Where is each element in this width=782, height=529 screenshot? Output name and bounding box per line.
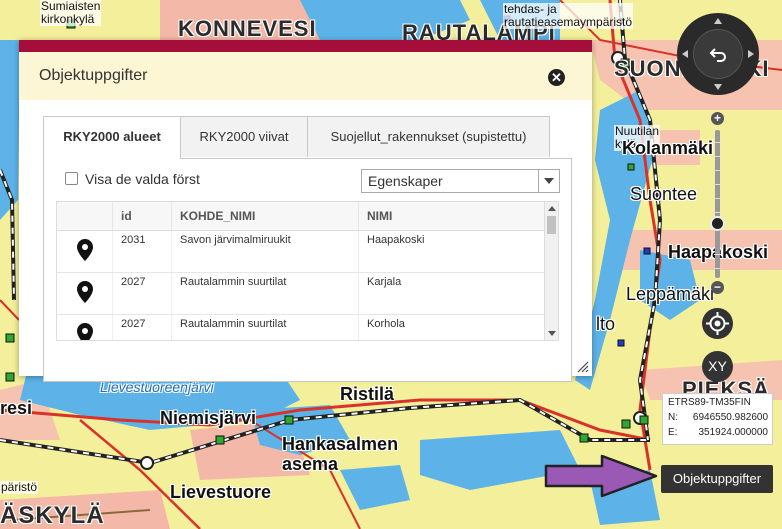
- pan-down-icon[interactable]: [714, 84, 722, 90]
- dialog-header[interactable]: Objektuppgifter ✕: [19, 52, 592, 100]
- dialog-topbar[interactable]: [19, 40, 592, 52]
- reset-view-button[interactable]: [693, 29, 743, 79]
- zoom-track[interactable]: [710, 130, 725, 278]
- map-pin-icon[interactable]: [57, 230, 113, 273]
- map-label-resi: resi: [0, 398, 33, 418]
- col-header-id[interactable]: id: [112, 202, 172, 231]
- zoom-out-button[interactable]: −: [711, 281, 724, 294]
- dialog-title: Objektuppgifter: [39, 67, 148, 84]
- map-label-leppamaki: Leppämäki: [626, 284, 715, 304]
- map-label-sumiaisten: Sumiaisten kirkonkylä: [40, 0, 102, 26]
- close-icon[interactable]: ✕: [548, 69, 565, 86]
- scroll-thumb[interactable]: [547, 216, 556, 234]
- northing-value: 6946550.982600: [692, 412, 768, 423]
- properties-select[interactable]: Egenskaper: [361, 169, 560, 193]
- northing-label: N:: [668, 412, 678, 423]
- pan-left-icon[interactable]: [682, 50, 688, 58]
- tab-panel: Visa de valda först Egenskaper id KOHDE_…: [43, 158, 572, 382]
- table-scrollbar[interactable]: [544, 202, 558, 340]
- object-info-button[interactable]: Objektuppgifter: [661, 465, 773, 493]
- cell-kohde-nimi: Rautalammin suurtilat: [171, 314, 359, 340]
- map-label-askyla: ÄSKYLÄ: [0, 502, 105, 529]
- tab-suojellut-rakennukset[interactable]: Suojellut_rakennukset (supistettu): [307, 116, 550, 157]
- cell-nimi: Haapakoski: [358, 230, 545, 273]
- map-label-kolanmaki: Kolanmäki: [622, 138, 714, 158]
- scroll-up-icon[interactable]: [548, 206, 556, 211]
- col-header-nimi[interactable]: NIMI: [358, 202, 545, 231]
- annotation-arrow-icon: [544, 454, 658, 498]
- scroll-down-icon[interactable]: [548, 331, 556, 336]
- map-label-tehdas: tehdas- ja rautatieasemaympäristö: [503, 2, 634, 29]
- pan-control[interactable]: [677, 13, 759, 95]
- coordinate-display: ETRS89-TM35FIN N: 6946550.982600 E: 3519…: [662, 393, 773, 445]
- map-label-lto: lto: [596, 314, 616, 334]
- visa-checkbox-row[interactable]: Visa de valda först: [65, 171, 200, 187]
- cell-kohde-nimi: Rautalammin suurtilat: [171, 272, 359, 315]
- map-label-konnevesi: KONNEVESI: [178, 16, 317, 41]
- zoom-slider-knob[interactable]: [710, 216, 725, 231]
- resize-handle-icon[interactable]: [577, 361, 589, 373]
- zoom-bar: + −: [710, 112, 725, 294]
- table-row[interactable]: 2027 Rautalammin suurtilat Karjala: [57, 272, 545, 315]
- cell-nimi: Karjala: [358, 272, 545, 315]
- easting-value: 351924.000000: [698, 427, 768, 438]
- coordinate-tool-button[interactable]: XY: [702, 351, 733, 382]
- cell-nimi: Korhola: [358, 314, 545, 340]
- map-label-hankasalmen: Hankasalmen asema: [282, 434, 399, 474]
- chevron-down-icon[interactable]: [538, 170, 559, 192]
- tab-rky2000-viivat[interactable]: RKY2000 viivat: [179, 116, 309, 157]
- col-header-kohde-nimi[interactable]: KOHDE_NIMI: [171, 202, 359, 231]
- crs-label: ETRS89-TM35FIN: [668, 397, 751, 408]
- map-pin-icon[interactable]: [57, 314, 113, 340]
- col-header-marker: [57, 202, 113, 231]
- crosshair-icon: [706, 312, 729, 335]
- cell-kohde-nimi: Savon järvimalmiruukit: [171, 230, 359, 273]
- return-icon: [709, 48, 726, 62]
- results-table: id KOHDE_NIMI NIMI 2031 Savon järvimalmi…: [57, 202, 545, 340]
- object-info-dialog: Objektuppgifter ✕ RKY2000 alueet RKY2000…: [19, 40, 592, 382]
- map-label-lievestuore: Lievestuore: [170, 482, 272, 502]
- map-label-paristo: päristö: [0, 480, 39, 494]
- map-pin-icon[interactable]: [57, 272, 113, 315]
- table-row[interactable]: 2031 Savon järvimalmiruukit Haapakoski: [57, 230, 545, 273]
- cell-id: 2027: [112, 314, 172, 340]
- zoom-in-button[interactable]: +: [711, 112, 724, 125]
- visa-label: Visa de valda först: [85, 171, 200, 187]
- cell-id: 2031: [112, 230, 172, 273]
- locate-button[interactable]: [702, 308, 733, 339]
- cell-id: 2027: [112, 272, 172, 315]
- map-label-ristila: Ristilä: [340, 384, 395, 404]
- easting-label: E:: [668, 427, 678, 438]
- map-label-niemisjarvi: Niemisjärvi: [160, 408, 257, 428]
- results-table-container: id KOHDE_NIMI NIMI 2031 Savon järvimalmi…: [56, 201, 559, 341]
- pan-up-icon[interactable]: [714, 18, 722, 24]
- tab-rky2000-alueet[interactable]: RKY2000 alueet: [43, 116, 181, 159]
- table-row[interactable]: 2027 Rautalammin suurtilat Korhola: [57, 314, 545, 340]
- pan-right-icon[interactable]: [748, 50, 754, 58]
- visa-checkbox[interactable]: [65, 172, 78, 185]
- table-header-row: id KOHDE_NIMI NIMI: [57, 202, 545, 231]
- map-label-suontee: Suontee: [630, 184, 698, 204]
- properties-select-value: Egenskaper: [368, 173, 443, 189]
